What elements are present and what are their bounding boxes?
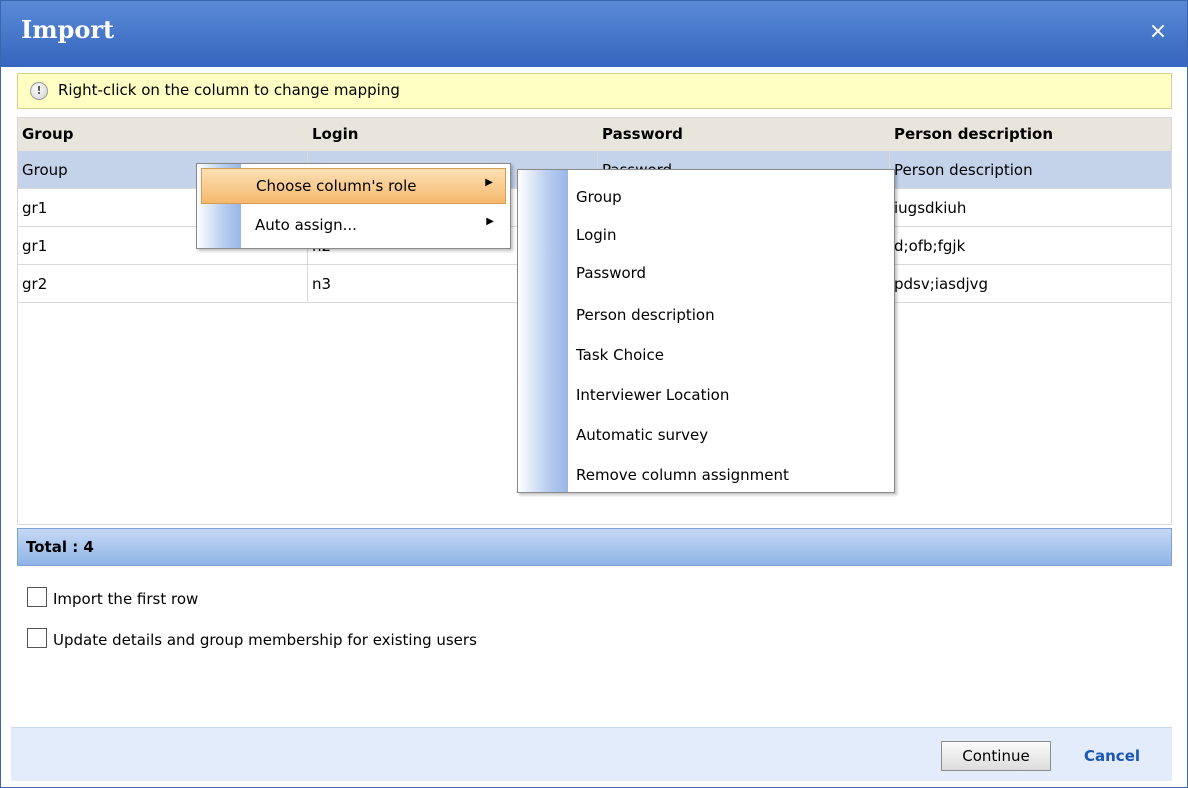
- update-details-checkbox[interactable]: [27, 628, 47, 648]
- menu-gutter: [518, 170, 568, 492]
- import-first-row-checkbox[interactable]: [27, 587, 47, 607]
- hint-bar: ! Right-click on the column to change ma…: [17, 73, 1172, 109]
- role-item-login[interactable]: Login: [576, 226, 616, 244]
- cancel-link[interactable]: Cancel: [1084, 747, 1140, 765]
- role-item-remove-column-assignment[interactable]: Remove column assignment: [576, 466, 789, 484]
- context-menu: Choose column's role ▶ Auto assign... ▶: [196, 163, 511, 249]
- role-item-automatic-survey[interactable]: Automatic survey: [576, 426, 708, 444]
- table-cell: gr2: [18, 265, 308, 303]
- role-item-password[interactable]: Password: [576, 264, 646, 282]
- hint-text: Right-click on the column to change mapp…: [58, 81, 400, 99]
- submenu-arrow-icon: ▶: [486, 216, 494, 227]
- column-header-person-description[interactable]: Person description: [890, 118, 1171, 151]
- role-item-group[interactable]: Group: [576, 188, 622, 206]
- import-first-row-label[interactable]: Import the first row: [53, 590, 198, 608]
- grid-header: Group Login Password Person description: [18, 118, 1171, 151]
- menu-item-label: Auto assign...: [255, 216, 357, 234]
- total-bar: Total : 4: [17, 528, 1172, 566]
- column-header-password[interactable]: Password: [598, 118, 888, 151]
- role-item-interviewer-location[interactable]: Interviewer Location: [576, 386, 729, 404]
- close-icon[interactable]: ×: [1145, 17, 1171, 47]
- dialog-footer: Continue Cancel: [11, 727, 1172, 781]
- dialog-title: Import: [21, 15, 115, 44]
- role-submenu: Group Login Password Person description …: [517, 169, 895, 493]
- update-details-label[interactable]: Update details and group membership for …: [53, 631, 477, 649]
- column-header-group[interactable]: Group: [18, 118, 308, 151]
- info-icon: !: [30, 82, 48, 100]
- table-cell: d;ofb;fgjk: [894, 237, 966, 255]
- role-item-person-description[interactable]: Person description: [576, 306, 715, 324]
- menu-item-auto-assign[interactable]: Auto assign... ▶: [201, 208, 506, 244]
- table-cell: Person description: [894, 161, 1033, 179]
- table-cell: iugsdkiuh: [894, 199, 967, 217]
- submenu-arrow-icon: ▶: [485, 177, 493, 188]
- role-item-task-choice[interactable]: Task Choice: [576, 346, 664, 364]
- continue-button[interactable]: Continue: [941, 741, 1051, 771]
- menu-item-choose-column-role[interactable]: Choose column's role ▶: [201, 168, 506, 204]
- total-count: Total : 4: [26, 538, 94, 556]
- title-bar: Import ×: [1, 1, 1187, 67]
- column-header-login[interactable]: Login: [308, 118, 598, 151]
- menu-item-label: Choose column's role: [256, 177, 417, 195]
- import-dialog: Import × ! Right-click on the column to …: [0, 0, 1188, 788]
- table-cell: pdsv;iasdjvg: [894, 275, 989, 293]
